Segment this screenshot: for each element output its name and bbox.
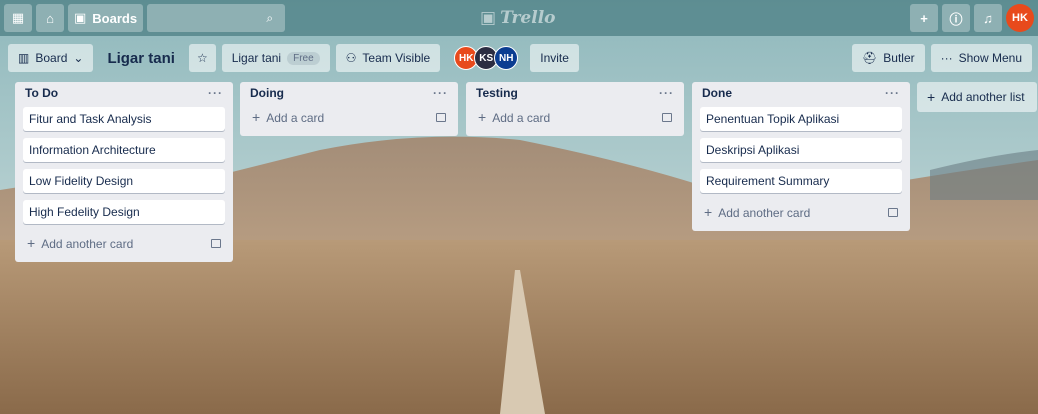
butler-icon: ⛑	[862, 51, 878, 65]
add-list-label: Add another list	[941, 90, 1025, 104]
notifications-button[interactable]: ♫	[974, 4, 1002, 32]
list-menu-icon[interactable]: ···	[208, 86, 223, 100]
card[interactable]: Low Fidelity Design	[23, 169, 225, 193]
card-template-icon[interactable]	[436, 112, 446, 122]
board-view-icon: ▥	[18, 51, 30, 65]
board-title[interactable]: Ligar tani	[99, 50, 183, 67]
card[interactable]: Information Architecture	[23, 138, 225, 162]
plus-icon: +	[927, 89, 936, 105]
trello-logo[interactable]: ▣ Trello	[480, 8, 556, 28]
add-list-button[interactable]: + Add another list	[917, 82, 1037, 112]
board-header: ▥ Board ⌄ Ligar tani ☆ Ligar tani Free ⚇…	[8, 44, 1032, 72]
plus-icon: +	[478, 109, 487, 125]
list-to-do: To Do ··· Fitur and Task Analysis Inform…	[15, 82, 233, 262]
home-button[interactable]: ⌂	[36, 4, 64, 32]
show-menu-label: Show Menu	[958, 51, 1022, 65]
list-testing: Testing ··· + Add a card	[466, 82, 684, 136]
top-bar: ▦ ⌂ ▣ Boards ⌕ ▣ Trello + ⓘ ♫ HK	[0, 0, 1038, 36]
plus-icon: +	[252, 109, 261, 125]
board-view-label: Board	[35, 51, 68, 65]
butler-label: Butler	[883, 51, 915, 65]
plus-icon: +	[27, 235, 36, 251]
team-name: Ligar tani	[231, 51, 282, 65]
invite-button[interactable]: Invite	[530, 44, 579, 72]
list-header[interactable]: To Do ···	[23, 82, 225, 104]
card[interactable]: Fitur and Task Analysis	[23, 107, 225, 131]
add-card-label: Add a card	[266, 111, 325, 125]
add-card-button[interactable]: + Add another card	[700, 199, 902, 225]
apps-button[interactable]: ▦	[4, 4, 32, 32]
board-icon: ▣	[74, 10, 87, 25]
card[interactable]: Deskripsi Aplikasi	[700, 138, 902, 162]
list-menu-icon[interactable]: ···	[885, 86, 900, 100]
list-header[interactable]: Doing ···	[248, 82, 450, 104]
add-card-button[interactable]: + Add a card	[248, 104, 450, 130]
info-icon: ⓘ	[949, 11, 963, 27]
add-card-button[interactable]: + Add another card	[23, 230, 225, 256]
bell-icon: ♫	[983, 10, 993, 26]
list-done: Done ··· Penentuan Topik Aplikasi Deskri…	[692, 82, 910, 231]
visibility-label: Team Visible	[362, 51, 431, 65]
team-icon: ⚇	[345, 51, 357, 65]
search-input[interactable]: ⌕	[147, 4, 286, 32]
add-card-label: Add a card	[492, 111, 551, 125]
home-icon: ⌂	[46, 10, 54, 26]
member-avatar[interactable]: NH	[494, 46, 519, 70]
card-template-icon[interactable]	[662, 112, 672, 122]
show-menu-button[interactable]: ··· Show Menu	[930, 44, 1032, 72]
list-header[interactable]: Testing ···	[474, 82, 676, 104]
star-button[interactable]: ☆	[188, 44, 216, 72]
chevron-down-icon: ⌄	[73, 51, 84, 65]
list-title[interactable]: Testing	[476, 86, 518, 100]
card-template-icon[interactable]	[211, 238, 221, 248]
plus-icon: +	[920, 10, 928, 26]
add-card-label: Add another card	[41, 237, 134, 251]
boards-button[interactable]: ▣ Boards	[68, 4, 144, 32]
user-avatar[interactable]: HK	[1006, 4, 1034, 32]
boards-label: Boards	[92, 10, 138, 26]
team-button[interactable]: Ligar tani Free	[221, 44, 330, 72]
info-button[interactable]: ⓘ	[942, 4, 970, 32]
plus-icon: +	[704, 204, 713, 220]
add-card-label: Add another card	[718, 206, 811, 220]
list-title[interactable]: To Do	[25, 86, 58, 100]
card[interactable]: High Fedelity Design	[23, 200, 225, 224]
list-header[interactable]: Done ···	[700, 82, 902, 104]
logo-text: Trello	[500, 8, 556, 28]
list-title[interactable]: Done	[702, 86, 732, 100]
star-icon: ☆	[196, 51, 208, 65]
card[interactable]: Requirement Summary	[700, 169, 902, 193]
board-view-switcher[interactable]: ▥ Board ⌄	[8, 44, 94, 72]
trello-logo-icon: ▣	[480, 8, 497, 28]
card[interactable]: Penentuan Topik Aplikasi	[700, 107, 902, 131]
list-title[interactable]: Doing	[250, 86, 284, 100]
butler-button[interactable]: ⛑ Butler	[852, 44, 925, 72]
grid-icon: ▦	[11, 10, 25, 25]
more-icon: ···	[940, 51, 953, 65]
board-lists: To Do ··· Fitur and Task Analysis Inform…	[0, 82, 1038, 402]
card-template-icon[interactable]	[888, 207, 898, 217]
search-icon: ⌕	[266, 10, 274, 25]
plan-badge: Free	[287, 51, 320, 65]
visibility-button[interactable]: ⚇ Team Visible	[335, 44, 441, 72]
board-members: HK KS NH	[454, 46, 519, 70]
create-button[interactable]: +	[910, 4, 938, 32]
list-menu-icon[interactable]: ···	[659, 86, 674, 100]
list-doing: Doing ··· + Add a card	[240, 82, 458, 136]
list-menu-icon[interactable]: ···	[433, 86, 448, 100]
add-card-button[interactable]: + Add a card	[474, 104, 676, 130]
